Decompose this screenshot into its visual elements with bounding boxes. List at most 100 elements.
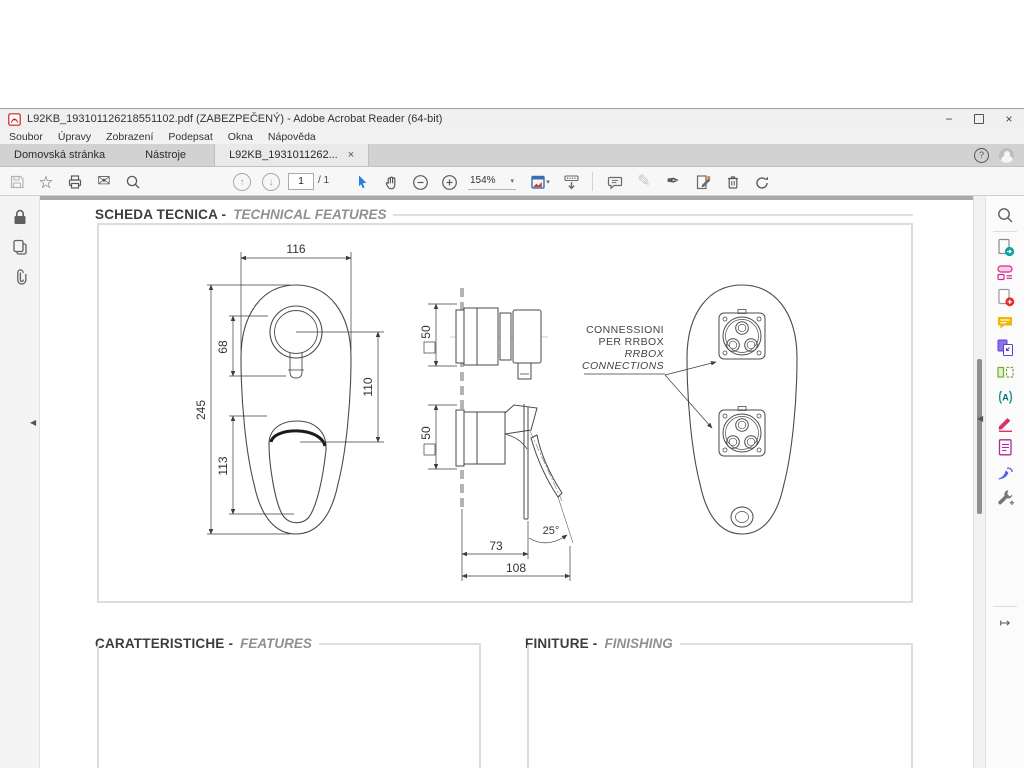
zoom-out-button[interactable] (409, 171, 431, 193)
next-page-button[interactable]: ↓ (260, 171, 282, 193)
trash-icon (725, 174, 741, 190)
comment-tool-icon[interactable] (996, 313, 1015, 332)
save-button[interactable] (6, 171, 28, 193)
dim-front-lever-offset: 113 (216, 456, 230, 475)
menu-okna[interactable]: Okna (228, 131, 253, 143)
toolbar-down-icon (563, 174, 580, 191)
dim-front-height: 245 (194, 400, 208, 420)
menu-podepsat[interactable]: Podepsat (168, 131, 212, 143)
page-up-icon: ↑ (233, 173, 251, 191)
back-view: CONNESSIONI PER RRBOX RRBOX CONNECTIONS (582, 285, 797, 534)
sign-button[interactable]: ✒ (662, 171, 684, 193)
menu-soubor[interactable]: Soubor (9, 131, 43, 143)
acrobat-window: L92KB_193101126218551102.pdf (ZABEZPEČEN… (0, 108, 1024, 768)
document-tool-icon[interactable] (996, 438, 1015, 457)
dim-front-knob-offset: 68 (216, 340, 230, 354)
hand-icon (383, 174, 399, 190)
tools-sidebar: A ↦ (985, 196, 1024, 768)
pdf-page: SCHEDA TECNICA - TECHNICAL FEATURES (40, 200, 973, 768)
side-view: 50 50 73 108 25° (419, 288, 573, 581)
menu-upravy[interactable]: Úpravy (58, 131, 91, 143)
left-panel-collapse-icon[interactable]: ◀ (30, 418, 36, 427)
close-button[interactable]: × (994, 109, 1024, 129)
menu-zobrazeni[interactable]: Zobrazení (106, 131, 153, 143)
tab-tools[interactable]: Nástroje (131, 144, 200, 166)
help-icon[interactable]: ? (974, 148, 989, 163)
organize-pages-icon[interactable] (996, 363, 1015, 382)
zoom-out-icon (412, 174, 429, 191)
dim-depth-total: 108 (506, 561, 526, 575)
restore-button[interactable] (964, 109, 994, 129)
chevron-down-icon: ▾ (510, 177, 514, 185)
toolbar-separator (592, 172, 593, 191)
search-tool-icon[interactable] (996, 206, 1015, 225)
vertical-scrollbar[interactable] (973, 196, 985, 768)
paperclip-icon[interactable] (11, 268, 29, 286)
left-sidebar (0, 196, 40, 768)
dim-front-width: 116 (286, 242, 305, 256)
find-button[interactable] (122, 171, 144, 193)
zoom-in-button[interactable] (438, 171, 460, 193)
tools-panel-collapse-icon[interactable]: ◀ (977, 414, 983, 423)
mail-icon: ✉ (97, 174, 110, 190)
create-pdf-icon[interactable] (996, 288, 1015, 307)
favorite-button[interactable]: ☆ (35, 171, 57, 193)
acrobat-pdf-icon (8, 113, 21, 126)
dim-depth-body: 73 (489, 539, 503, 553)
pages-icon[interactable] (11, 238, 29, 256)
dim-lever-angle: 25° (543, 525, 560, 537)
select-tool-button[interactable] (351, 171, 373, 193)
zoom-level-select[interactable]: 154% ▾ (468, 172, 516, 190)
zoom-level-value: 154% (470, 175, 496, 186)
compress-letter: A (1002, 393, 1009, 403)
lock-icon[interactable] (11, 208, 29, 226)
print-icon (67, 174, 83, 190)
restore-icon (974, 114, 984, 124)
fill-sign-button[interactable] (692, 171, 714, 193)
note-line-3: RRBOX (625, 348, 665, 360)
minimize-button[interactable]: − (934, 109, 964, 129)
page-number-input[interactable]: 1 (288, 173, 314, 190)
save-icon (9, 174, 25, 190)
hide-toolbar-button[interactable] (560, 171, 582, 193)
delete-button[interactable] (722, 171, 744, 193)
comment-button[interactable] (604, 171, 626, 193)
note-line-4: CONNECTIONS (582, 360, 664, 372)
fountain-pen-icon: ✒ (666, 174, 679, 190)
finishing-frame (527, 645, 913, 768)
export-pdf-icon[interactable] (996, 238, 1015, 257)
edit-pdf-icon[interactable] (996, 263, 1015, 282)
screenshot: L92KB_193101126218551102.pdf (ZABEZPEČEN… (0, 0, 1024, 768)
more-tools-icon[interactable] (996, 488, 1015, 507)
note-line-1: CONNESSIONI (586, 324, 664, 336)
avatar[interactable] (999, 148, 1014, 163)
tab-home[interactable]: Domovská stránka (0, 144, 119, 166)
search-icon (125, 174, 141, 190)
tab-document[interactable]: L92KB_1931011262... × (214, 144, 369, 166)
star-icon: ☆ (38, 174, 53, 191)
tools-divider (993, 606, 1017, 607)
hand-tool-button[interactable] (380, 171, 402, 193)
page-display-caret[interactable]: ▾ (543, 171, 553, 193)
scrollbar-thumb[interactable] (977, 359, 982, 514)
print-button[interactable] (64, 171, 86, 193)
previous-page-button[interactable]: ↑ (231, 171, 253, 193)
tabbar-right-group: ? (974, 144, 1024, 166)
certificates-pen-icon[interactable] (996, 463, 1015, 482)
highlight-button[interactable]: ✎ (633, 171, 655, 193)
highlight-pen-icon: ✎ (637, 174, 650, 190)
compress-pdf-icon[interactable]: A (996, 388, 1015, 407)
content-area: ◀ SCHEDA TECNICA - TECHNICAL FEATURES (0, 196, 1024, 768)
expand-panel-icon[interactable]: ↦ (1000, 615, 1011, 631)
chevron-down-icon: ▾ (546, 178, 550, 186)
menu-napoveda[interactable]: Nápověda (268, 131, 316, 143)
note-line-2: PER RRBOX (599, 336, 664, 348)
page-count-label: / 1 (318, 175, 329, 186)
redo-button[interactable] (751, 171, 773, 193)
redact-pen-icon[interactable] (996, 413, 1015, 432)
fill-sign-icon (695, 174, 712, 191)
tab-close-icon[interactable]: × (348, 149, 354, 161)
email-button[interactable]: ✉ (93, 171, 115, 193)
combine-files-icon[interactable] (996, 338, 1015, 357)
main-toolbar: ☆ ✉ ↑ ↓ 1 / 1 154% ▾ ▾ (0, 167, 1024, 196)
